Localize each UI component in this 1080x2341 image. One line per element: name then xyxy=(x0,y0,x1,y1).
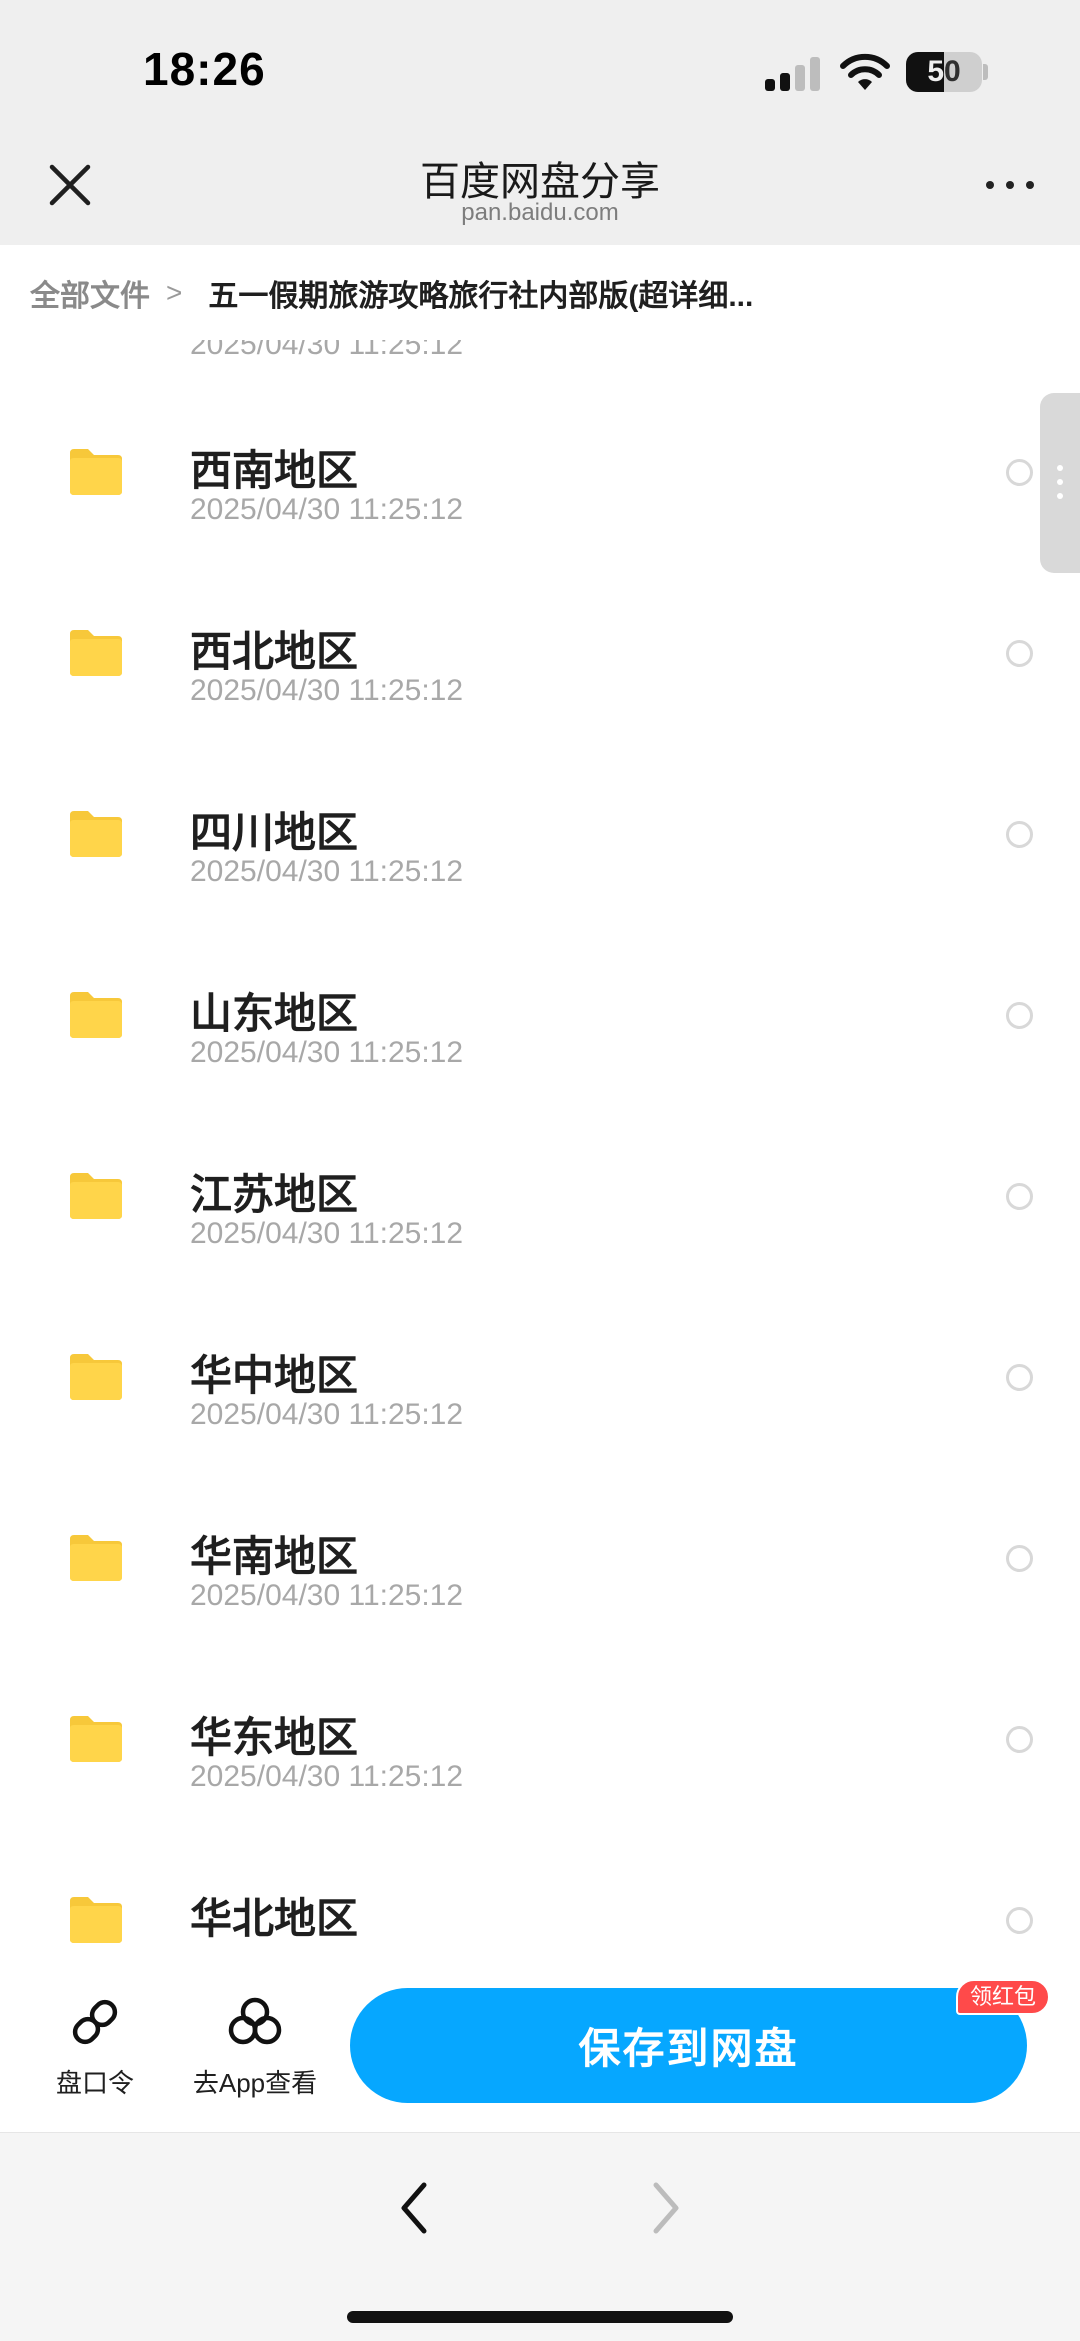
scroll-handle[interactable] xyxy=(1040,393,1080,573)
list-item[interactable]: 华南地区 2025/04/30 11:25:12 xyxy=(0,1477,1080,1658)
more-icon[interactable] xyxy=(982,165,1038,205)
select-radio[interactable] xyxy=(1006,1726,1033,1753)
file-name: 四川地区 xyxy=(190,809,359,856)
list-item[interactable]: 华东地区 2025/04/30 11:25:12 xyxy=(0,1658,1080,1839)
select-radio[interactable] xyxy=(1006,821,1033,848)
folder-icon xyxy=(70,1535,122,1581)
file-name: 华中地区 xyxy=(190,1352,359,1399)
file-name: 山东地区 xyxy=(190,990,359,1037)
forward-arrow-icon[interactable] xyxy=(642,2173,692,2243)
page-header: 百度网盘分享 pan.baidu.com xyxy=(0,135,1080,245)
file-list: 2025/04/30 11:25:12 西南地区 2025/04/30 11:25… xyxy=(0,340,1080,1962)
select-radio[interactable] xyxy=(1006,1002,1033,1029)
red-packet-badge[interactable]: 领红包 xyxy=(956,1979,1051,2015)
open-in-app-label: 去App查看 xyxy=(192,2068,318,2098)
list-item[interactable]: 西南地区 2025/04/30 11:25:12 xyxy=(0,391,1080,572)
list-item[interactable]: 华中地区 2025/04/30 11:25:12 xyxy=(0,1296,1080,1477)
save-to-cloud-button[interactable]: 保存到网盘 xyxy=(350,1988,1027,2103)
wifi-icon xyxy=(840,53,890,90)
folder-icon xyxy=(70,1173,122,1219)
file-date: 2025/04/30 11:25:12 xyxy=(190,1579,464,1612)
file-date: 2025/04/30 11:25:12 xyxy=(190,1760,464,1793)
select-radio[interactable] xyxy=(1006,640,1033,667)
folder-icon xyxy=(70,449,122,495)
list-item[interactable]: 华北地区 xyxy=(0,1839,1080,1962)
file-date: 2025/04/30 11:25:12 xyxy=(190,1036,464,1069)
list-item[interactable]: 江苏地区 2025/04/30 11:25:12 xyxy=(0,1115,1080,1296)
folder-icon xyxy=(70,992,122,1038)
battery-indicator: 50 xyxy=(906,52,982,92)
back-arrow-icon[interactable] xyxy=(388,2173,438,2243)
folder-icon xyxy=(70,1716,122,1762)
select-radio[interactable] xyxy=(1006,1183,1033,1210)
share-code-label: 盘口令 xyxy=(55,2068,134,2098)
breadcrumb: 全部文件 > 五一假期旅游攻略旅行社内部版(超详细... xyxy=(0,245,1080,340)
select-radio[interactable] xyxy=(1006,1907,1033,1934)
app-icon xyxy=(228,1997,282,2045)
cellular-signal-icon xyxy=(765,55,823,91)
bottom-action-bar: 盘口令 去App查看 保存到网盘 领红包 xyxy=(0,1962,1080,2132)
share-code-button[interactable]: 盘口令 xyxy=(40,1994,150,2100)
link-icon xyxy=(72,1999,118,2045)
browser-nav-bar xyxy=(0,2132,1080,2341)
battery-level: 50 xyxy=(927,55,961,88)
home-indicator xyxy=(347,2311,733,2323)
list-item[interactable]: 西北地区 2025/04/30 11:25:12 xyxy=(0,572,1080,753)
breadcrumb-root[interactable]: 全部文件 xyxy=(30,271,150,315)
status-bar: 18:26 50 xyxy=(0,0,1080,135)
status-time: 18:26 xyxy=(143,43,266,95)
file-date: 2025/04/30 11:25:12 xyxy=(190,1398,464,1431)
file-name: 华南地区 xyxy=(190,1533,359,1580)
file-date: 2025/04/30 11:25:12 xyxy=(190,493,464,526)
file-name: 西北地区 xyxy=(190,628,359,675)
folder-icon xyxy=(70,1897,122,1943)
list-item[interactable]: 四川地区 2025/04/30 11:25:12 xyxy=(0,753,1080,934)
file-date: 2025/04/30 11:25:12 xyxy=(190,1217,464,1250)
select-radio[interactable] xyxy=(1006,1364,1033,1391)
list-item[interactable]: 山东地区 2025/04/30 11:25:12 xyxy=(0,934,1080,1115)
file-date: 2025/04/30 11:25:12 xyxy=(190,340,464,361)
select-radio[interactable] xyxy=(1006,1545,1033,1572)
open-in-app-button[interactable]: 去App查看 xyxy=(190,1994,320,2100)
select-radio[interactable] xyxy=(1006,459,1033,486)
breadcrumb-separator: > xyxy=(166,276,183,308)
breadcrumb-current: 五一假期旅游攻略旅行社内部版(超详细... xyxy=(208,279,754,313)
page-url: pan.baidu.com xyxy=(461,199,619,226)
battery-tip xyxy=(983,64,988,80)
file-date: 2025/04/30 11:25:12 xyxy=(190,855,464,888)
file-name: 江苏地区 xyxy=(190,1171,359,1218)
folder-icon xyxy=(70,630,122,676)
folder-icon xyxy=(70,811,122,857)
file-name: 华北地区 xyxy=(190,1895,359,1942)
file-name: 西南地区 xyxy=(190,447,359,494)
list-item-partial[interactable]: 2025/04/30 11:25:12 xyxy=(0,340,1080,368)
file-name: 华东地区 xyxy=(190,1714,359,1761)
file-date: 2025/04/30 11:25:12 xyxy=(190,674,464,707)
folder-icon xyxy=(70,1354,122,1400)
